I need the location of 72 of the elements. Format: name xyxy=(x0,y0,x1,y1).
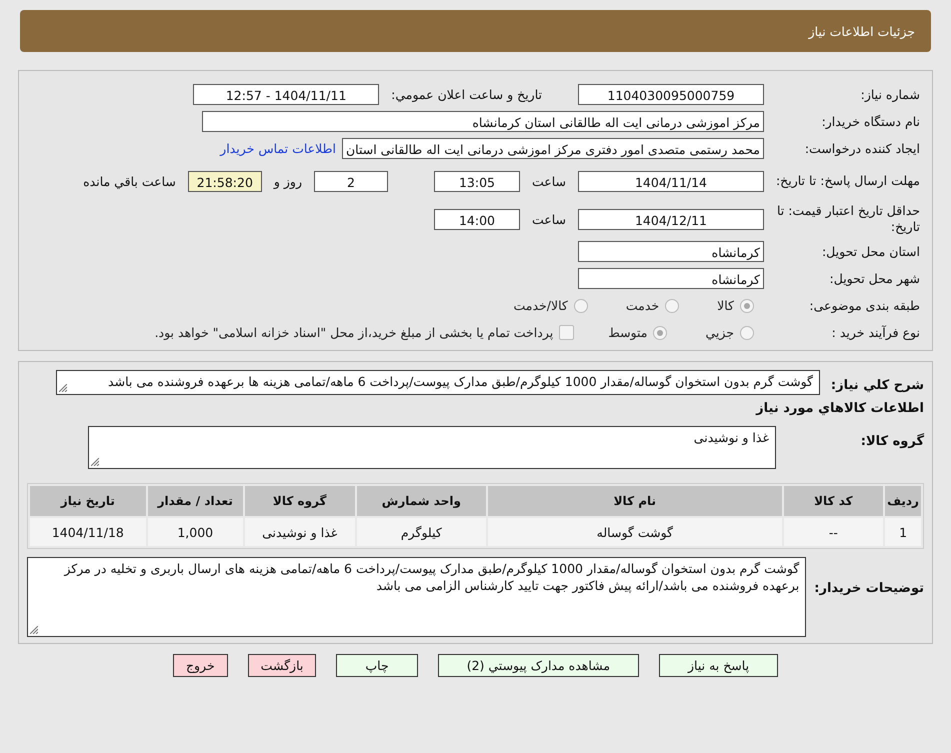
goods-group-text: غذا و نوشیدنی xyxy=(694,430,769,445)
buyer-notes-text: گوشت گرم بدون استخوان گوساله/مقدار 1000 کیلوگرم/طبق مدارک پیوست/پرداخت 6 ماهه/تمامی هزینه های ارسال باربری و تخلیه در مرکز برعهده فروشنده می باشد/ارائه پیش فاکتور جهت تایید کارشناس الزامی می باشد xyxy=(64,561,800,593)
summary-text-area[interactable]: گوشت گرم بدون استخوان گوساله/مقدار 1000 کیلوگرم/طبق مدارک پیوست/پرداخت 6 ماهه/تمامی هزینه ها برعهده فروشنده می باشد xyxy=(56,370,820,395)
column-header: گروه کالا xyxy=(244,486,355,516)
validity-date-field: 1404/12/11 xyxy=(578,208,764,230)
field-label: ایجاد کننده درخواست: xyxy=(804,140,920,156)
checkbox-label: پرداخت تمام یا بخشی از مبلغ خرید،از محل "اسناد خزانه اسلامی" خواهد بود. xyxy=(154,325,554,340)
column-header: تاریخ نیاز xyxy=(30,486,146,516)
field-label: ساعت xyxy=(532,212,566,226)
table-cell: 1 xyxy=(885,518,921,546)
deadline-time-field: 13:05 xyxy=(434,170,520,192)
table-cell: -- xyxy=(784,518,884,546)
action-button[interactable]: چاپ xyxy=(336,654,418,677)
radio-label: کالا xyxy=(717,298,734,313)
radio-button[interactable] xyxy=(665,298,680,312)
column-header: واحد شمارش xyxy=(356,486,486,516)
buyer-contact-link[interactable]: اطلاعات تماس خریدار xyxy=(220,141,336,156)
table-cell: 1,000 xyxy=(148,518,243,546)
field-label: حداقل تاریخ اعتبار قیمت: تا تاریخ: xyxy=(776,203,920,235)
column-header: تعداد / مقدار xyxy=(148,486,243,516)
resize-grip-icon xyxy=(59,384,67,392)
field-label: مهلت ارسال پاسخ: تا تاریخ: xyxy=(774,173,920,189)
summary-text: گوشت گرم بدون استخوان گوساله/مقدار 1000 کیلوگرم/طبق مدارک پیوست/پرداخت 6 ماهه/تمامی هزینه ها برعهده فروشنده می باشد xyxy=(108,374,813,389)
field-label: شماره نیاز: xyxy=(860,86,920,102)
buyer-notes-text-area[interactable]: گوشت گرم بدون استخوان گوساله/مقدار 1000 کیلوگرم/طبق مدارک پیوست/پرداخت 6 ماهه/تمامی هزینه های ارسال باربری و تخلیه در مرکز برعهده فروشنده می باشد/ارائه پیش فاکتور جهت تایید کارشناس الزامی می باشد xyxy=(27,557,806,637)
deadline-date-field: 1404/11/14 xyxy=(578,170,764,192)
column-header: ردیف xyxy=(885,486,921,516)
need-number-field: 1104030095000759 xyxy=(578,84,764,105)
radio-button[interactable] xyxy=(574,298,588,312)
field-label: شرح کلي نیاز: xyxy=(830,377,924,393)
radio-label: متوسط xyxy=(608,325,648,340)
action-button[interactable]: پاسخ به نیاز xyxy=(659,654,778,677)
section-title: اطلاعات کالاهاي مورد نیاز xyxy=(754,401,924,416)
resize-grip-icon xyxy=(30,626,38,634)
field-label: شهر محل تحویل: xyxy=(828,270,920,286)
radio-label: جزيي xyxy=(705,325,734,340)
resize-grip-icon xyxy=(91,458,99,466)
table-cell: کیلوگرم xyxy=(356,518,486,546)
field-label: ساعت باقي مانده xyxy=(83,174,176,188)
radio-button[interactable] xyxy=(653,326,668,340)
field-label: توضیحات خریدار: xyxy=(814,580,924,596)
buyer-name-field: مرکز اموزشی درمانی ایت اله طالقانی استان کرمانشاه xyxy=(202,111,764,132)
requester-field: محمد رستمی متصدی امور دفتری مرکز اموزشی درمانی ایت اله طالقانی استان xyxy=(342,138,764,159)
field-label: ساعت xyxy=(532,174,566,188)
page-title: جزئیات اطلاعات نیاز xyxy=(808,24,915,38)
table-cell: 1404/11/18 xyxy=(30,518,146,546)
field-label: استان محل تحویل: xyxy=(820,244,920,260)
province-field: کرمانشاه xyxy=(578,241,764,262)
field-label: تاریخ و ساعت اعلان عمومي: xyxy=(391,87,542,102)
action-button[interactable]: مشاهده مدارک پیوستي (2) xyxy=(438,654,640,677)
days-field: 2 xyxy=(314,170,388,192)
goods-group-text-area[interactable]: غذا و نوشیدنی xyxy=(88,426,776,469)
validity-time-field: 14:00 xyxy=(434,208,520,230)
field-label: طبقه بندی موضوعی: xyxy=(808,298,920,314)
radio-label: کالا/خدمت xyxy=(513,298,568,313)
column-header: کد کالا xyxy=(784,486,884,516)
treasury-checkbox[interactable] xyxy=(559,325,574,340)
field-label: روز و xyxy=(274,174,302,188)
city-field: کرمانشاه xyxy=(578,268,764,289)
table-cell: غذا و نوشیدنی xyxy=(244,518,355,546)
announce-date-field: 1404/11/11 - 12:57 xyxy=(193,84,380,105)
column-header: نام کالا xyxy=(488,486,782,516)
field-label: نام دستگاه خریدار: xyxy=(820,114,920,130)
field-label: گروه کالا: xyxy=(860,432,924,449)
radio-button[interactable] xyxy=(740,326,754,340)
field-label: نوع فرآیند خرید : xyxy=(830,324,920,340)
radio-label: خدمت xyxy=(626,298,660,313)
action-button[interactable]: بازگشت xyxy=(248,654,316,677)
table-cell: گوشت گوساله xyxy=(488,518,782,546)
radio-button[interactable] xyxy=(740,298,754,312)
action-button[interactable]: خروج xyxy=(172,654,228,677)
remaining-time-field: 21:58:20 xyxy=(188,170,262,192)
